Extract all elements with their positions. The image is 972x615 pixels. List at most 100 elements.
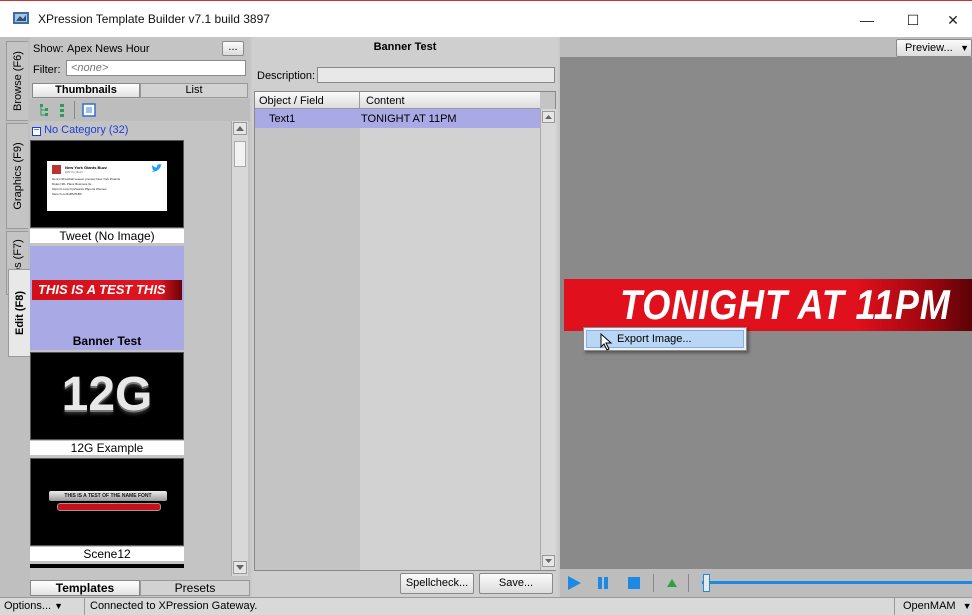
status-divider	[84, 598, 85, 615]
column-header-content[interactable]: Content	[360, 92, 540, 109]
preview-panel: Preview... ▼ TONIGHT AT 11PM Export Imag…	[560, 37, 972, 597]
thumbnail-image: New York Giants Buzz @NYG_Buzz Here's #F…	[30, 140, 184, 228]
status-divider	[894, 598, 895, 615]
toolbar-divider	[653, 574, 654, 592]
show-browse-button[interactable]: ...	[222, 41, 244, 56]
spellcheck-button[interactable]: Spellcheck...	[400, 573, 474, 594]
tab-edit-label: Edit (F8)	[13, 291, 26, 335]
options-menu[interactable]: Options... ▼	[4, 600, 63, 612]
preview-banner: TONIGHT AT 11PM	[564, 279, 972, 331]
row-field: Text1	[269, 113, 296, 125]
thumbnail-item[interactable]: New York Giants Buzz @NYG_Buzz Here's #F…	[30, 140, 184, 244]
tab-graphics-label: Graphics (F9)	[11, 142, 24, 210]
save-button[interactable]: Save...	[479, 573, 553, 594]
openmam-menu[interactable]: OpenMAM ▼	[903, 600, 972, 612]
thumbnail-banner-text: THIS IS A TEST THIS	[38, 282, 166, 297]
thumbnail-red-bar	[57, 503, 161, 511]
tweet-card: New York Giants Buzz @NYG_Buzz Here's #F…	[47, 161, 167, 211]
collapse-box-icon[interactable]: −	[32, 126, 41, 136]
editor-title: Banner Test	[373, 41, 437, 53]
thumbnail-image: 12G	[30, 352, 184, 440]
pause-icon[interactable]	[596, 575, 610, 591]
row-content[interactable]: TONIGHT AT 11PM	[361, 113, 457, 125]
timeline-handle[interactable]	[703, 574, 710, 592]
thumbnail-caption: 12G Example	[30, 441, 184, 455]
thumbnail-caption: Scene12	[30, 547, 184, 561]
browser-toolbar	[30, 99, 250, 121]
scroll-up-arrow-icon[interactable]	[542, 111, 555, 123]
thumbnail-caption: Tweet (No Image)	[30, 229, 184, 243]
toolbar-divider	[74, 101, 75, 119]
tweet-line: https://t.co/3sBSl7bB0	[52, 192, 82, 196]
timeline-slider[interactable]	[702, 581, 972, 584]
tree-view-icon[interactable]	[38, 103, 52, 117]
side-tab-strip: Browse (F6) Graphics (F9) Clips (F7) Edi…	[0, 37, 30, 597]
tab-graphics[interactable]: Graphics (F9)	[6, 123, 28, 229]
table-scrollbar[interactable]	[540, 109, 556, 570]
scroll-thumb[interactable]	[234, 141, 246, 167]
thumbnail-list: New York Giants Buzz @NYG_Buzz Here's #F…	[30, 138, 230, 568]
category-label: No Category (32)	[44, 124, 129, 136]
playback-bar	[560, 569, 972, 597]
chevron-down-icon: ▼	[962, 601, 972, 611]
description-input[interactable]	[317, 67, 555, 83]
preview-dropdown-label: Preview...	[905, 42, 953, 54]
status-message: Connected to XPression Gateway.	[90, 600, 258, 612]
tab-browse-label: Browse (F6)	[11, 51, 24, 111]
tab-presets[interactable]: Presets	[140, 580, 250, 596]
status-bar: Options... ▼ Connected to XPression Gate…	[0, 597, 972, 615]
close-button[interactable]: ✕	[930, 5, 972, 35]
title-bar: XPression Template Builder v7.1 build 38…	[0, 0, 972, 37]
tweet-line: Here's #Football season preview New York…	[52, 177, 121, 181]
tweet-avatar	[52, 165, 61, 174]
show-value: Apex News Hour	[67, 43, 150, 55]
scroll-down-arrow-icon[interactable]	[233, 561, 247, 574]
category-header[interactable]: − No Category (32)	[32, 124, 128, 136]
thumbnail-item[interactable]: THIS IS A TEST OF THE NAME FONT Scene12	[30, 458, 184, 562]
tab-templates[interactable]: Templates	[30, 580, 140, 596]
thumbnail-scrollbar[interactable]	[231, 121, 248, 576]
content-column	[360, 109, 540, 570]
tweet-line: https://t.co/xc.hjn/Giants #Sports #Gooo…	[52, 187, 107, 191]
thumbnail-banner: THIS IS A TEST THIS	[32, 280, 182, 300]
twitter-bird-icon	[151, 164, 162, 172]
play-icon[interactable]	[566, 575, 582, 591]
tweet-line: Rules NFL Plans Business lis...	[52, 182, 94, 186]
filter-input[interactable]: <none>	[66, 60, 246, 76]
show-label: Show:	[33, 43, 64, 55]
collapse-icon[interactable]	[57, 103, 67, 117]
tweet-handle: @NYG_Buzz	[65, 170, 83, 174]
tab-edit[interactable]: Edit (F8)	[8, 269, 30, 357]
minimize-button[interactable]: —	[844, 5, 890, 35]
thumbnail-bar: THIS IS A TEST OF THE NAME FONT	[49, 491, 167, 501]
thumbnail-item-partial	[30, 564, 184, 568]
description-label: Description:	[257, 70, 316, 82]
table-row[interactable]: Text1 TONIGHT AT 11PM	[255, 109, 540, 128]
app-icon	[13, 12, 29, 24]
preview-banner-text: TONIGHT AT 11PM	[620, 281, 951, 328]
chevron-down-icon: ▼	[54, 601, 64, 611]
thumbnail-12g-text: 12G	[61, 368, 153, 421]
tab-browse[interactable]: Browse (F6)	[6, 41, 28, 121]
window-title: XPression Template Builder v7.1 build 38…	[38, 12, 270, 26]
thumbnail-item-selected[interactable]: THIS IS A TEST THIS Banner Test	[30, 246, 184, 350]
column-header-field[interactable]: Object / Field	[255, 92, 360, 109]
options-label: Options...	[4, 600, 52, 612]
thumbnail-caption: Banner Test	[72, 334, 142, 348]
tab-thumbnails[interactable]: Thumbnails	[32, 83, 140, 98]
frame-view-icon[interactable]	[82, 103, 96, 117]
thumbnail-image: THIS IS A TEST OF THE NAME FONT	[30, 458, 184, 546]
tab-list[interactable]: List	[140, 83, 248, 98]
mouse-cursor-icon	[600, 333, 613, 351]
field-table: Object / Field Content Text1 TONIGHT AT …	[254, 91, 556, 571]
filter-label: Filter:	[33, 64, 61, 76]
scroll-down-arrow-icon[interactable]	[542, 555, 555, 567]
toolbar-divider	[688, 574, 689, 592]
chevron-down-icon: ▼	[960, 43, 969, 53]
context-item-label: Export Image...	[617, 333, 692, 345]
take-up-icon[interactable]	[666, 577, 678, 589]
thumbnail-item[interactable]: 12G 12G Example	[30, 352, 184, 456]
stop-icon[interactable]	[626, 575, 642, 591]
preview-dropdown[interactable]: Preview... ▼	[896, 39, 972, 57]
scroll-up-arrow-icon[interactable]	[233, 122, 247, 135]
